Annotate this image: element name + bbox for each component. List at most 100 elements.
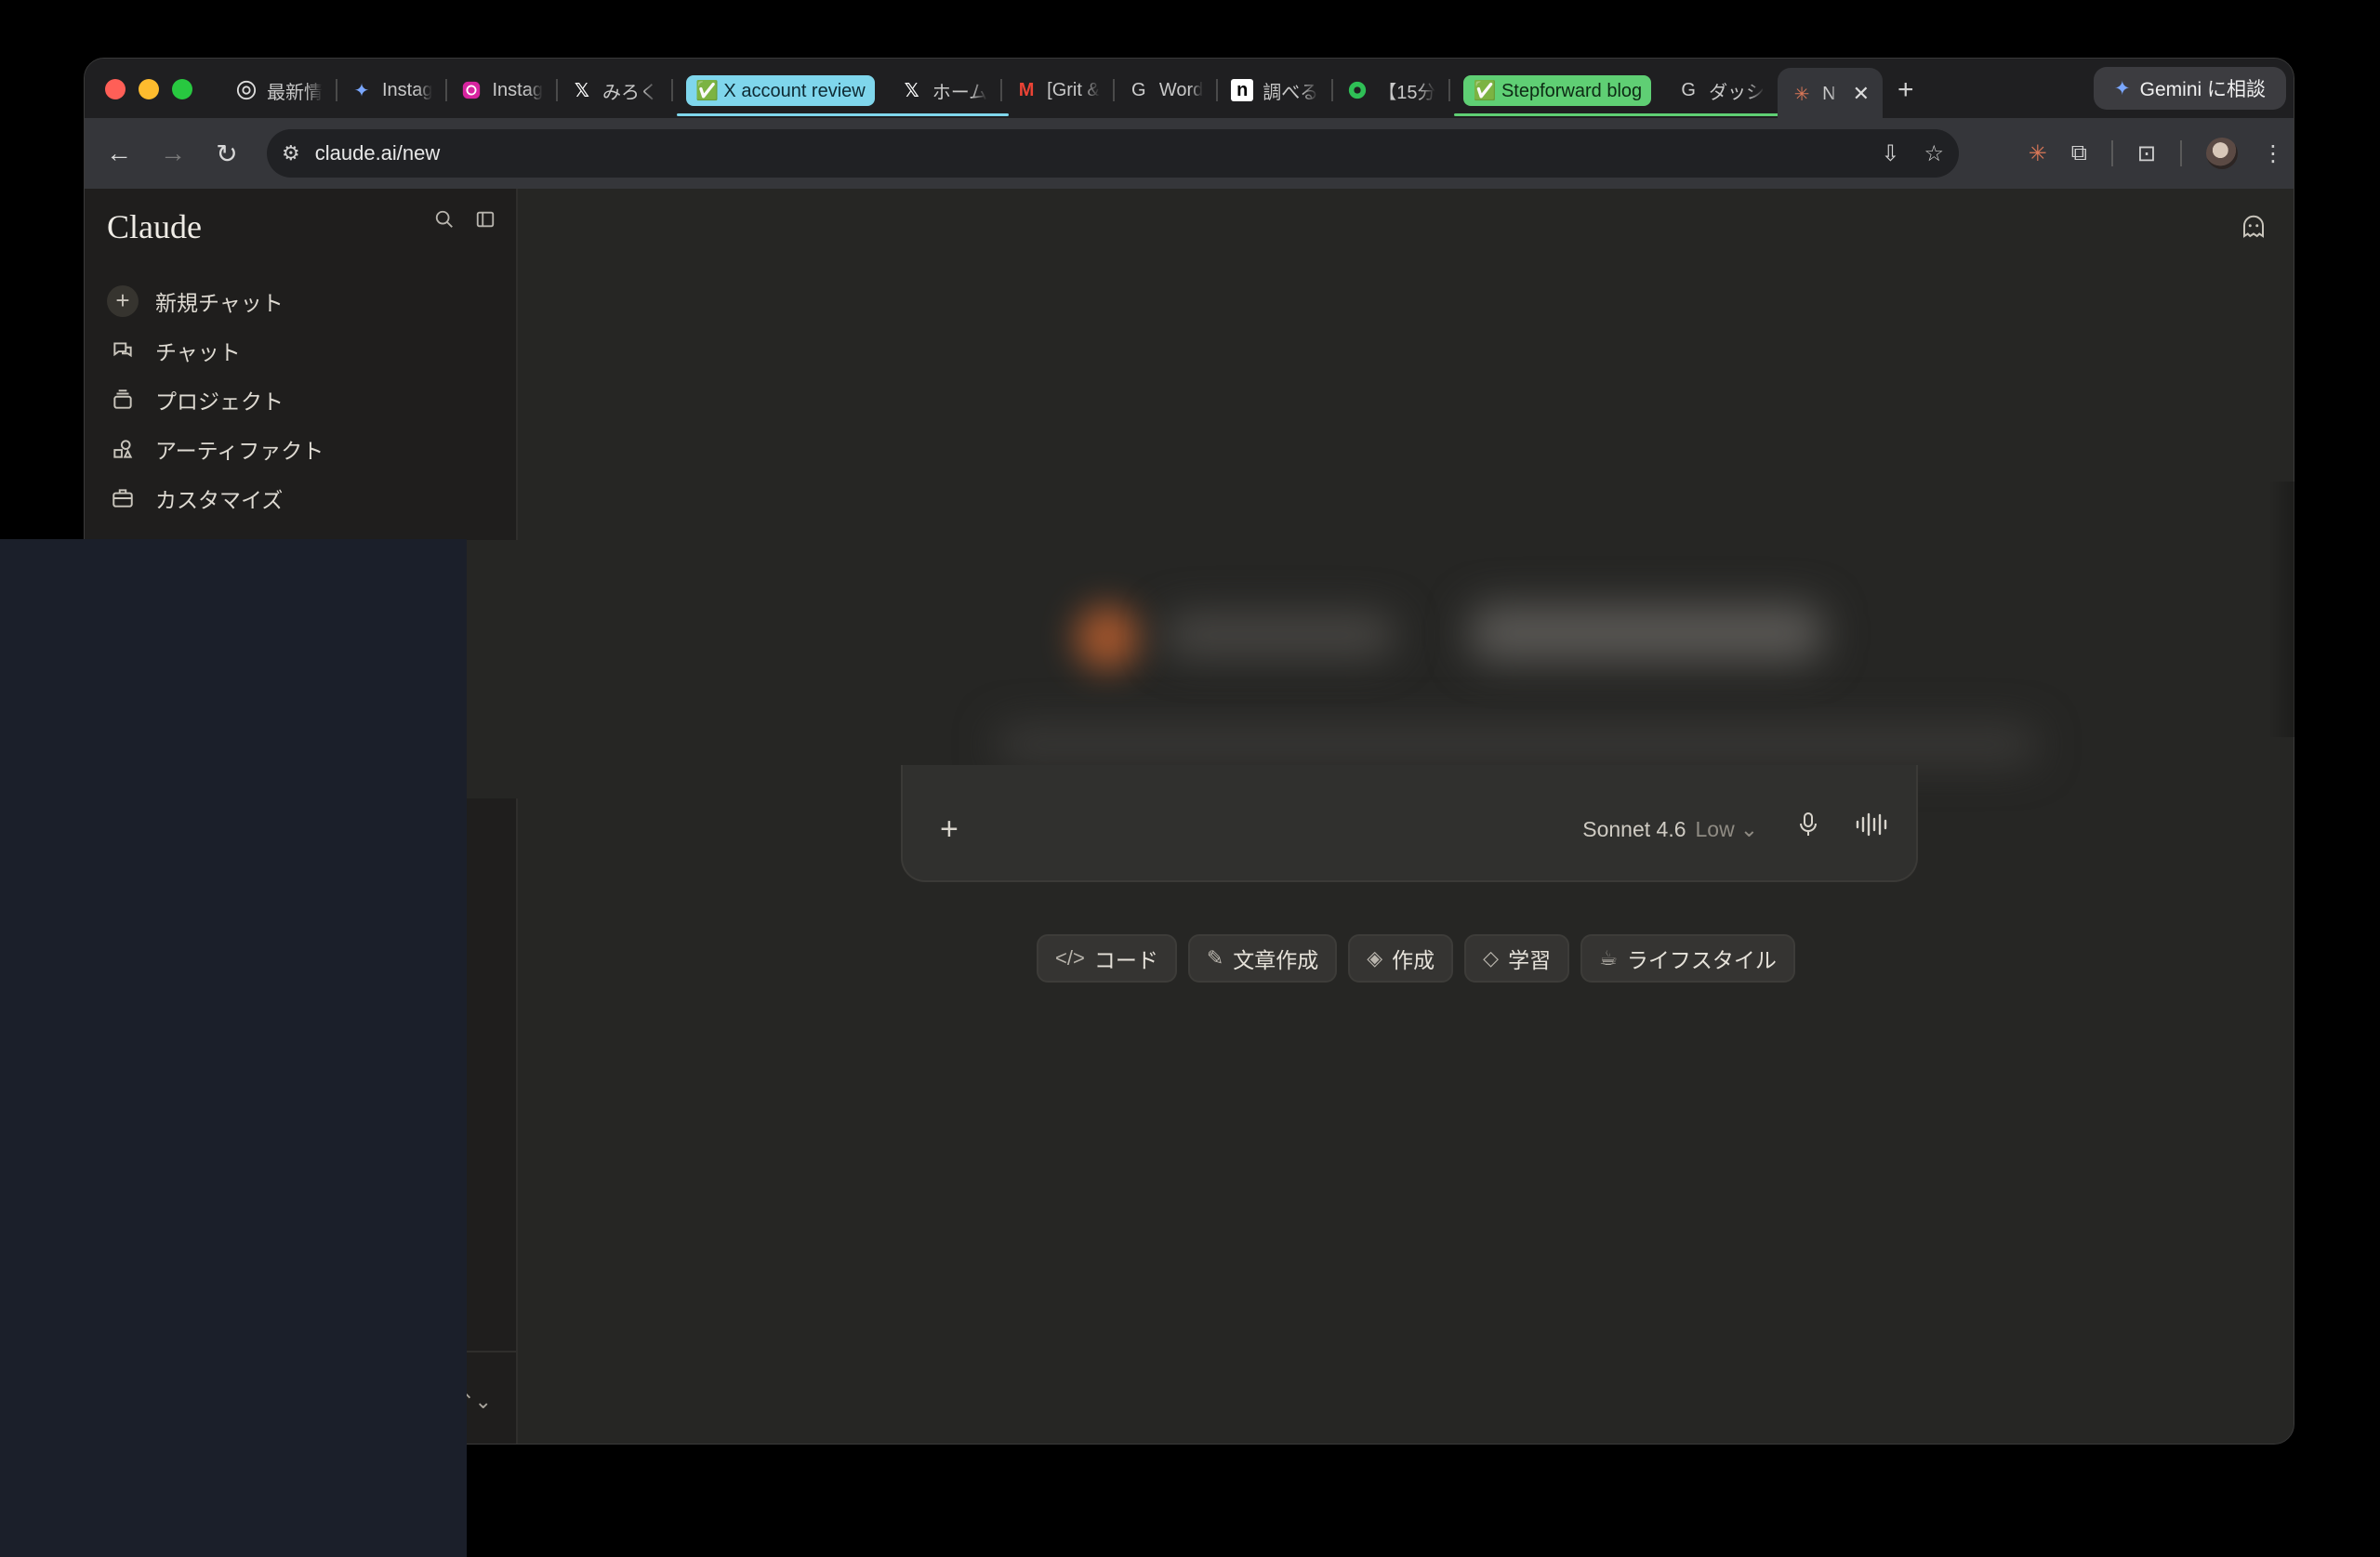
tab-group-label: ✅ Stepforward blog: [1463, 74, 1652, 106]
green-app-icon: [1346, 79, 1368, 101]
blurred-text: [1470, 605, 1823, 661]
tab-label: Instag: [492, 79, 543, 100]
model-selector[interactable]: Sonnet 4.6 Low ⌄: [1582, 817, 1758, 842]
tab-item[interactable]: 𝕏 ホーム: [888, 70, 1000, 111]
chip-learn[interactable]: ◇ 学習: [1464, 934, 1570, 983]
tab-item[interactable]: 【15分: [1333, 70, 1448, 111]
tab-item-active[interactable]: ✳ N ✕: [1778, 68, 1884, 120]
claude-extension-icon[interactable]: ✳: [2029, 140, 2047, 167]
search-icon[interactable]: [434, 209, 455, 236]
sidebar-item-projects[interactable]: プロジェクト: [107, 375, 324, 424]
install-app-icon[interactable]: ⇩: [1881, 140, 1899, 167]
url-text: claude.ai/new: [314, 141, 441, 165]
tab-search-icon[interactable]: ⊡: [2137, 140, 2156, 167]
chip-label: 学習: [1508, 948, 1552, 972]
back-icon[interactable]: ←: [94, 128, 144, 178]
incognito-ghost-icon[interactable]: [2240, 213, 2268, 245]
blurred-greeting: [456, 540, 2294, 798]
tab-label: ダッシ: [1709, 82, 1765, 103]
tab-label: 【15分: [1378, 82, 1436, 103]
suggestion-chips: </> コード ✎ 文章作成 ◈ 作成 ◇ 学習 ☕ ライフスタイル: [1037, 934, 1795, 983]
toolbar-divider: [2180, 140, 2182, 166]
address-bar[interactable]: ⚙ claude.ai/new ⇩ ☆: [267, 129, 1959, 178]
tab-label: Instag: [382, 79, 433, 100]
tab-label: みろく: [602, 82, 658, 103]
brand-logo[interactable]: Claude: [107, 207, 202, 246]
tab-item[interactable]: ✦ Instag: [337, 70, 445, 111]
chip-lifestyle[interactable]: ☕ ライフスタイル: [1580, 934, 1795, 983]
sidebar-item-label: チャット: [155, 339, 241, 364]
voice-mode-icon[interactable]: [1855, 811, 1888, 842]
chat-bubbles-icon: [107, 335, 139, 366]
minimize-window-button[interactable]: [139, 79, 159, 99]
tab-item[interactable]: 𝕏 みろく: [558, 70, 671, 111]
tab-item[interactable]: n 調べる: [1218, 70, 1331, 111]
chip-create[interactable]: ◈ 作成: [1348, 934, 1454, 983]
chip-code[interactable]: </> コード: [1037, 934, 1177, 983]
blurred-text: [1163, 614, 1395, 655]
tab-item[interactable]: Instag: [447, 70, 555, 111]
redaction-overlay: [2268, 482, 2380, 737]
sidebar-item-label: アーティファクト: [155, 438, 324, 463]
extensions-icon[interactable]: ⧉: [2071, 140, 2087, 166]
profile-avatar[interactable]: [2206, 138, 2238, 169]
sidebar-toggle-icon[interactable]: [475, 209, 496, 236]
gmail-icon: M: [1018, 79, 1035, 100]
tab-item[interactable]: 最新情: [222, 70, 336, 111]
message-composer: + Sonnet 4.6 Low ⌄: [901, 765, 1918, 882]
toolbar-divider: [2110, 140, 2113, 166]
blurred-input-area: [996, 726, 2037, 763]
microphone-icon[interactable]: [1797, 811, 1819, 842]
effort-level: Low: [1695, 817, 1735, 841]
chip-label: コード: [1093, 948, 1158, 972]
claude-icon: ✳: [1793, 84, 1810, 105]
tab-group-label: ✅ X account review: [685, 74, 875, 106]
sidebar-item-label: プロジェクト: [155, 389, 284, 414]
tab-group-underline: [676, 113, 1009, 116]
close-tab-icon[interactable]: ✕: [1853, 82, 1870, 106]
paint-bucket-icon: ◈: [1367, 946, 1383, 970]
sidebar-item-customize[interactable]: カスタマイズ: [107, 473, 324, 522]
tab-list: 最新情 ✦ Instag Instag 𝕏 みろく ✅ X account re…: [222, 66, 1929, 120]
sidebar-item-label: カスタマイズ: [155, 487, 284, 512]
new-tab-button[interactable]: +: [1883, 74, 1929, 106]
tab-item[interactable]: M [Grit &: [1002, 70, 1113, 111]
code-icon: </>: [1055, 946, 1085, 970]
sidebar-item-label: 新規チャット: [155, 290, 284, 315]
menu-kebab-icon[interactable]: ⋮: [2262, 140, 2284, 167]
add-attachment-button[interactable]: +: [940, 811, 959, 848]
redaction-overlay: [0, 539, 467, 1557]
model-name: Sonnet 4.6: [1582, 817, 1686, 841]
x-icon: 𝕏: [574, 80, 590, 101]
reload-icon[interactable]: ↻: [202, 128, 252, 178]
tab-label: ホーム: [932, 82, 988, 103]
browser-toolbar: ← → ↻ ⚙ claude.ai/new ⇩ ☆ ✳ ⧉ ⊡ ⋮: [85, 118, 2294, 189]
sidebar-item-new-chat[interactable]: + 新規チャット: [107, 276, 324, 325]
chrome-icon: [235, 79, 258, 101]
chevron-down-icon: ⌄: [1739, 817, 1758, 841]
sidebar-nav: + 新規チャット チャット プロジェクト アーティファクト カスタマイズ: [107, 276, 324, 522]
zoom-window-button[interactable]: [172, 79, 192, 99]
sidebar-item-chats[interactable]: チャット: [107, 325, 324, 375]
tab-group-stepforward-blog[interactable]: ✅ Stepforward blog: [1450, 70, 1781, 116]
gemini-button[interactable]: ✦ Gemini に相談: [2094, 67, 2286, 110]
forward-icon[interactable]: →: [148, 128, 198, 178]
site-settings-icon[interactable]: ⚙: [282, 141, 300, 165]
close-window-button[interactable]: [105, 79, 126, 99]
projects-icon: [107, 384, 139, 416]
google-icon: G: [1131, 79, 1146, 100]
google-icon: G: [1681, 79, 1696, 100]
coffee-cup-icon: ☕: [1599, 946, 1618, 970]
briefcase-icon: [107, 482, 139, 514]
chip-label: 文章作成: [1233, 948, 1319, 972]
window-controls: [105, 79, 192, 99]
note-icon: n: [1231, 79, 1254, 101]
artifacts-icon: [107, 433, 139, 465]
tab-item[interactable]: G Word: [1115, 70, 1216, 111]
tab-item[interactable]: G ダッシ: [1664, 70, 1778, 111]
tab-group-x-account-review[interactable]: ✅ X account review: [673, 70, 1009, 116]
gemini-button-label: Gemini に相談: [2139, 79, 2266, 100]
sidebar-item-artifacts[interactable]: アーティファクト: [107, 424, 324, 473]
bookmark-star-icon[interactable]: ☆: [1924, 140, 1944, 167]
chip-writing[interactable]: ✎ 文章作成: [1187, 934, 1338, 983]
